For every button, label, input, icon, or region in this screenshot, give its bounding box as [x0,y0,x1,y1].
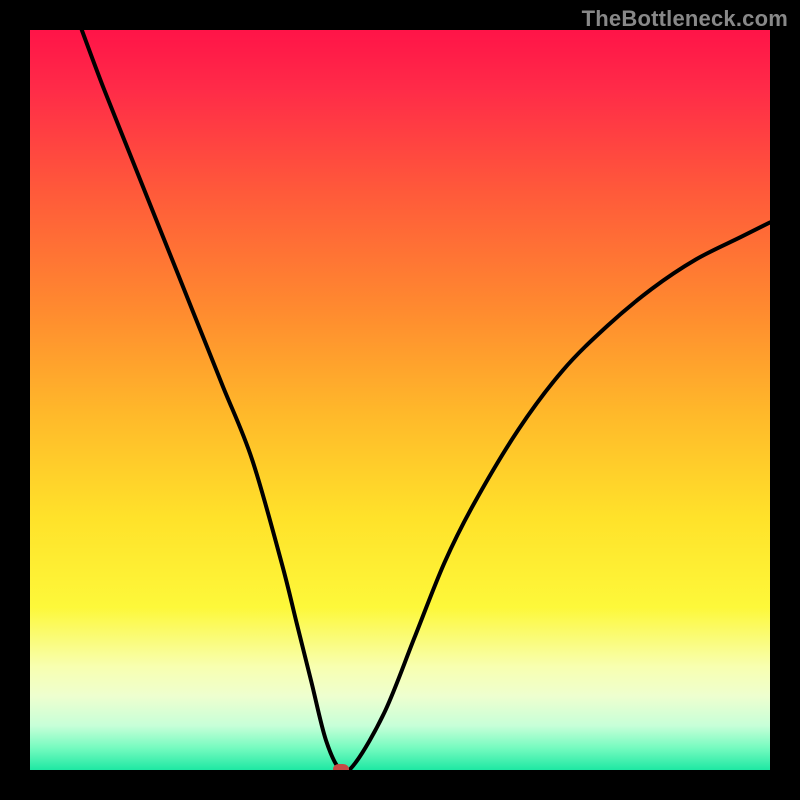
plot-area [30,30,770,770]
bottleneck-curve [30,30,770,770]
optimal-point-marker [333,764,349,770]
chart-frame: TheBottleneck.com [0,0,800,800]
watermark-text: TheBottleneck.com [582,6,788,32]
